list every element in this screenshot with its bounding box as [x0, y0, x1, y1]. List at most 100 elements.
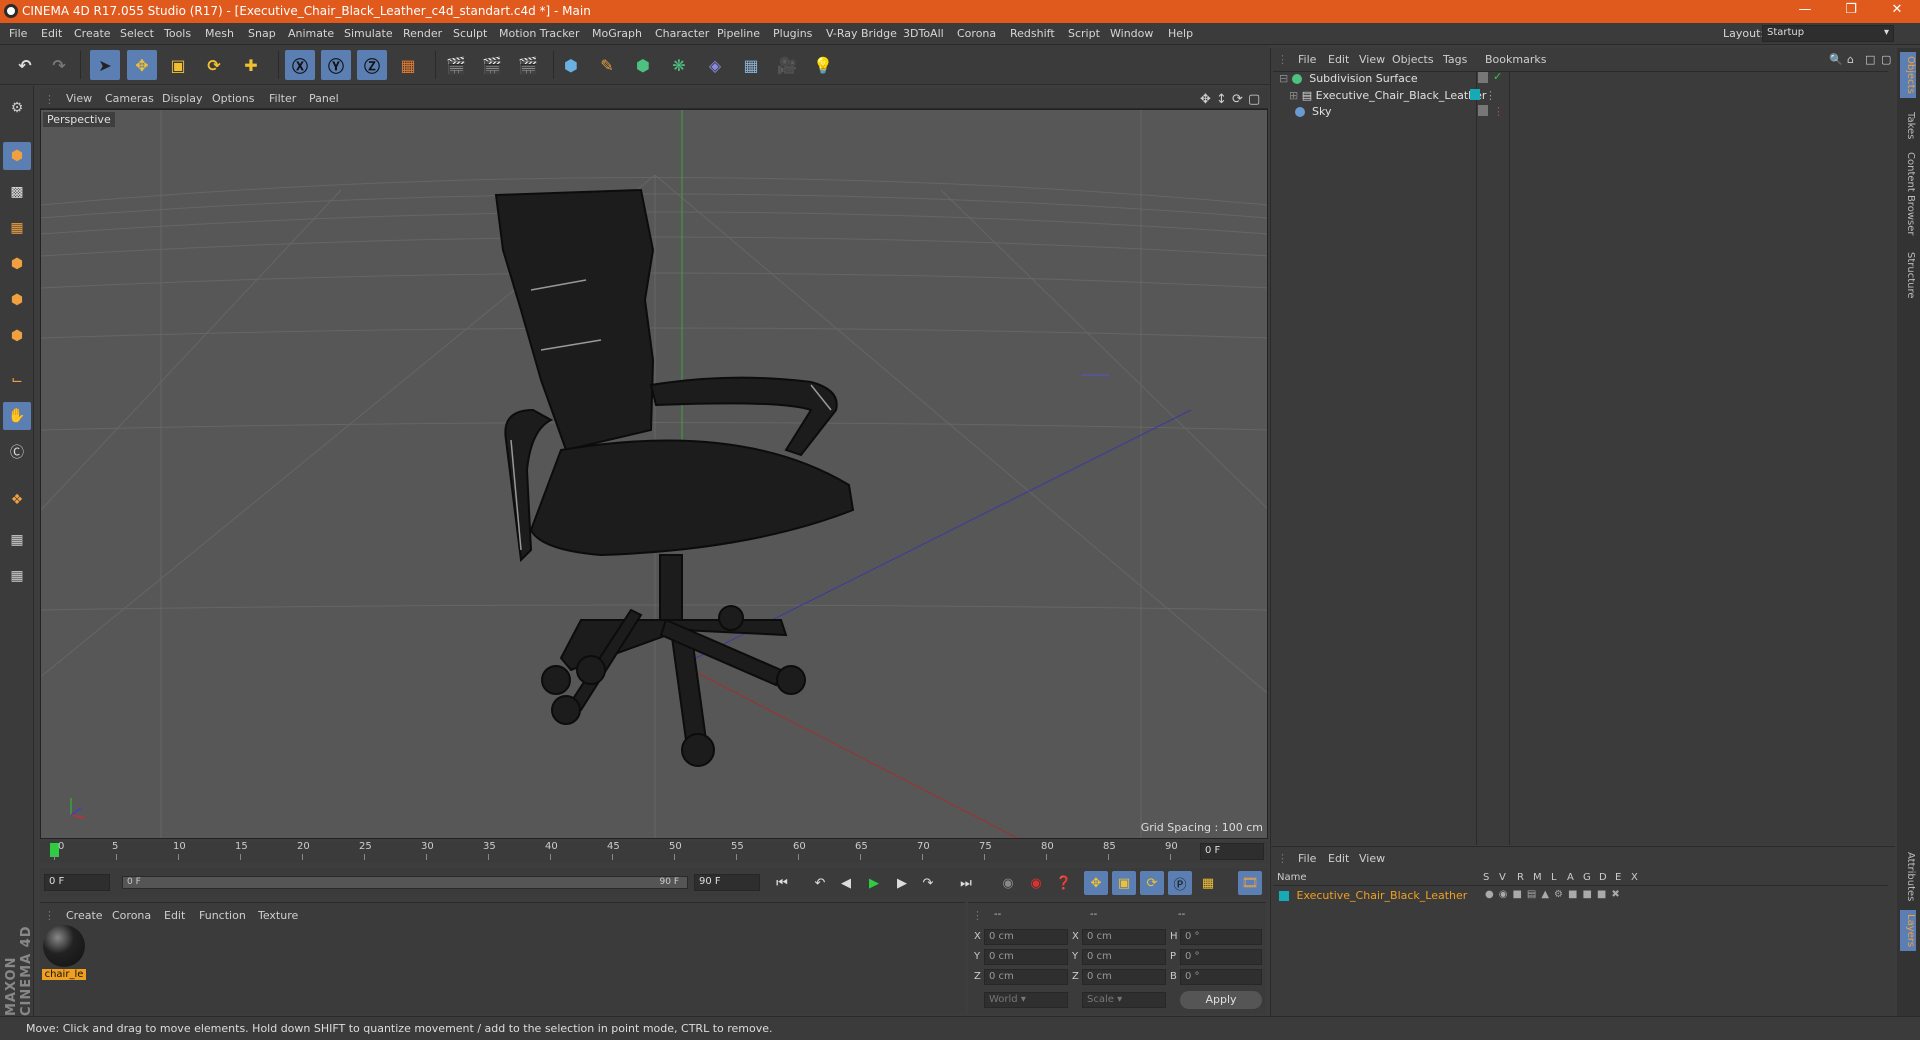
- viewport-move-icon[interactable]: ✥: [1200, 92, 1211, 107]
- auto-key-icon[interactable]: ❓: [1052, 871, 1076, 895]
- rotate-icon[interactable]: ⟳: [199, 50, 229, 80]
- layer-chip[interactable]: [1478, 105, 1488, 116]
- mograph-cloner-icon[interactable]: ❋: [664, 50, 694, 80]
- layers-menu-view[interactable]: View: [1359, 852, 1385, 865]
- menu-edit[interactable]: Edit: [41, 27, 62, 40]
- coordinate-system-icon[interactable]: ▦: [393, 50, 423, 80]
- y-axis-icon[interactable]: Ⓨ: [321, 50, 351, 80]
- menu-mograph[interactable]: MoGraph: [592, 27, 642, 40]
- object-row-sky[interactable]: Sky ⋮: [1279, 105, 1879, 123]
- next-key-icon[interactable]: ↷: [916, 871, 940, 895]
- rotation-p-field[interactable]: 0 °: [1180, 949, 1262, 965]
- go-to-start-icon[interactable]: ⏮: [770, 871, 794, 895]
- menu-character[interactable]: Character: [655, 27, 709, 40]
- search-icon[interactable]: 🔍: [1829, 53, 1843, 66]
- texture-mode-icon[interactable]: ▩: [3, 178, 31, 206]
- viewport-menu-options[interactable]: Options: [212, 92, 254, 105]
- menu-simulate[interactable]: Simulate: [344, 27, 393, 40]
- undo-icon[interactable]: ↶: [10, 50, 40, 80]
- key-rotation-icon[interactable]: ⟳: [1140, 871, 1164, 895]
- redo-icon[interactable]: ↷: [44, 50, 74, 80]
- grid-lock-icon[interactable]: ▦: [3, 526, 31, 554]
- render-settings-icon[interactable]: 🎬: [513, 50, 543, 80]
- viewport-menu-display[interactable]: Display: [162, 92, 203, 105]
- axis-mode-icon[interactable]: ⌙: [3, 366, 31, 394]
- minimize-panel-icon[interactable]: □: [1865, 53, 1875, 66]
- record-key-icon[interactable]: ◉: [1024, 871, 1048, 895]
- model-mode-icon[interactable]: ⬢: [3, 142, 31, 170]
- perspective-viewport[interactable]: Perspective Grid Spacing : 100 cm: [40, 109, 1268, 839]
- timeline-ruler[interactable]: 0 5 10 15 20 25 30 35 40 45 50 55 60 65 …: [40, 841, 1268, 863]
- key-scale-icon[interactable]: ▣: [1112, 871, 1136, 895]
- menu-pipeline[interactable]: Pipeline: [717, 27, 760, 40]
- home-icon[interactable]: ⌂: [1847, 53, 1854, 66]
- previous-key-icon[interactable]: ↶: [808, 871, 832, 895]
- layers-menu-file[interactable]: File: [1298, 852, 1316, 865]
- layer-row[interactable]: Executive_Chair_Black_Leather ●◉■▤▲⚙■■■✖: [1279, 889, 1879, 905]
- workplane-icon[interactable]: ▦: [3, 214, 31, 242]
- transform-icon[interactable]: ✚: [236, 50, 266, 80]
- objects-menu-tags[interactable]: Tags: [1443, 53, 1467, 66]
- position-z-field[interactable]: 0 cm: [984, 969, 1068, 985]
- objects-menu-file[interactable]: File: [1298, 53, 1316, 66]
- visibility-dots-icon[interactable]: ⋮: [1485, 89, 1496, 102]
- layers-menu-edit[interactable]: Edit: [1328, 852, 1349, 865]
- minimize-icon[interactable]: —: [1782, 2, 1828, 17]
- render-picture-viewer-icon[interactable]: 🎬: [477, 50, 507, 80]
- key-position-icon[interactable]: ✥: [1084, 871, 1108, 895]
- snap-icon[interactable]: Ⓒ: [3, 438, 31, 466]
- tab-layers[interactable]: Layers: [1900, 910, 1916, 952]
- menu-create[interactable]: Create: [74, 27, 111, 40]
- new-window-icon[interactable]: ▢: [1881, 53, 1891, 66]
- make-editable-icon[interactable]: ⚙: [3, 94, 31, 122]
- viewport-maximize-icon[interactable]: ▢: [1248, 92, 1260, 107]
- menu-corona[interactable]: Corona: [957, 27, 996, 40]
- position-y-field[interactable]: 0 cm: [984, 949, 1068, 965]
- viewport-zoom-icon[interactable]: ↕: [1216, 92, 1227, 107]
- material-menu-edit[interactable]: Edit: [164, 909, 185, 922]
- points-mode-icon[interactable]: ⬢: [3, 250, 31, 278]
- render-view-icon[interactable]: 🎬: [441, 50, 471, 80]
- collapse-icon[interactable]: ⊟: [1279, 72, 1288, 85]
- material-menu-create[interactable]: Create: [66, 909, 103, 922]
- material-menu-corona[interactable]: Corona: [112, 909, 151, 922]
- tweak-mode-icon[interactable]: ✋: [3, 402, 31, 430]
- tab-structure[interactable]: Structure: [1900, 248, 1916, 303]
- camera-icon[interactable]: 🎥: [772, 50, 802, 80]
- layer-chip[interactable]: [1470, 89, 1480, 100]
- layer-flag-icons[interactable]: ●◉■▤▲⚙■■■✖: [1485, 889, 1625, 900]
- menu-window[interactable]: Window: [1110, 27, 1153, 40]
- step-forward-icon[interactable]: ▶: [890, 871, 914, 895]
- menu-mesh[interactable]: Mesh: [205, 27, 234, 40]
- menu-script[interactable]: Script: [1068, 27, 1100, 40]
- object-row-subdivision[interactable]: ⊟ Subdivision Surface ✓: [1279, 70, 1879, 90]
- subdivision-icon[interactable]: ⬢: [628, 50, 658, 80]
- size-y-field[interactable]: 0 cm: [1082, 949, 1166, 965]
- magnet-icon[interactable]: ❖: [3, 486, 31, 514]
- tab-objects[interactable]: Objects: [1900, 52, 1916, 98]
- pen-spline-icon[interactable]: ✎: [592, 50, 622, 80]
- motion-record-icon[interactable]: ◉: [996, 871, 1020, 895]
- play-icon[interactable]: ▶: [862, 871, 886, 895]
- menu-render[interactable]: Render: [403, 27, 442, 40]
- menu-motion-tracker[interactable]: Motion Tracker: [499, 27, 579, 40]
- edges-mode-icon[interactable]: ⬢: [3, 286, 31, 314]
- visibility-dots-icon[interactable]: ⋮: [1493, 105, 1504, 118]
- material-swatch[interactable]: chair_le: [42, 925, 86, 983]
- objects-menu-view[interactable]: View: [1359, 53, 1385, 66]
- enabled-check-icon[interactable]: ✓: [1493, 70, 1502, 83]
- objects-menu-edit[interactable]: Edit: [1328, 53, 1349, 66]
- size-z-field[interactable]: 0 cm: [1082, 969, 1166, 985]
- current-frame-field[interactable]: 0 F: [1200, 843, 1264, 860]
- tab-attributes[interactable]: Attributes: [1900, 848, 1916, 905]
- menu-help[interactable]: Help: [1168, 27, 1193, 40]
- menu-redshift[interactable]: Redshift: [1010, 27, 1055, 40]
- start-frame-field[interactable]: 0 F: [44, 874, 110, 891]
- expand-icon[interactable]: ⊞: [1289, 89, 1298, 102]
- select-arrow-icon[interactable]: ➤: [90, 50, 120, 80]
- close-icon[interactable]: ✕: [1874, 2, 1920, 17]
- objects-menu-bookmarks[interactable]: Bookmarks: [1485, 53, 1546, 66]
- end-frame-field[interactable]: 90 F: [694, 874, 760, 891]
- objects-menu-objects[interactable]: Objects: [1392, 53, 1434, 66]
- floor-icon[interactable]: ▦: [736, 50, 766, 80]
